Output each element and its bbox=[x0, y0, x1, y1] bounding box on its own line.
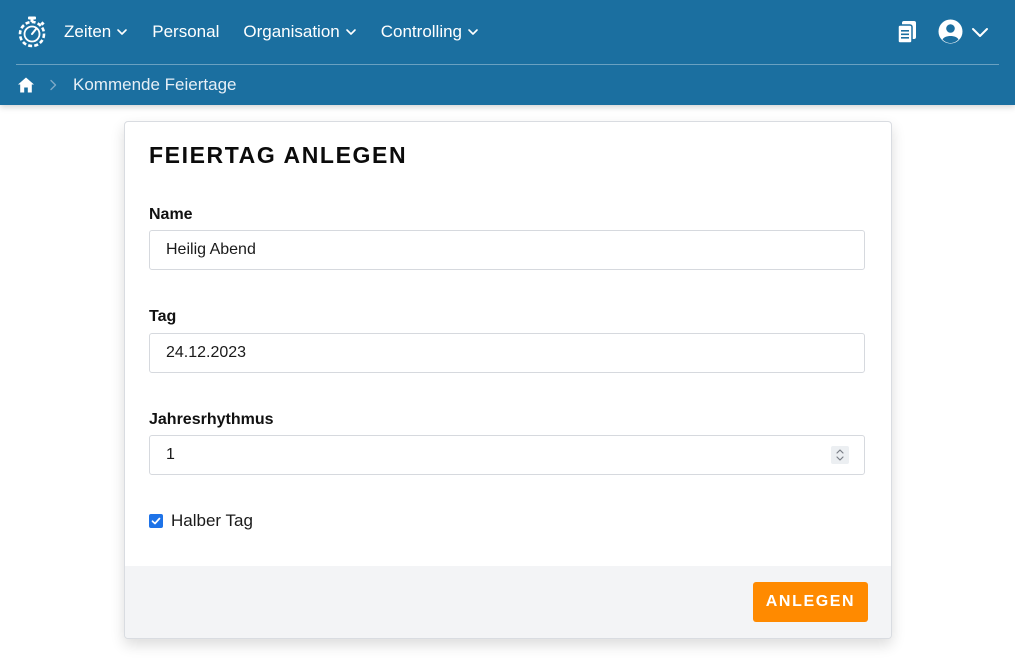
nav-item-organisation[interactable]: Organisation bbox=[243, 22, 356, 42]
user-menu-button[interactable] bbox=[938, 19, 989, 44]
anlegen-button[interactable]: ANLEGEN bbox=[753, 582, 868, 622]
top-header: Zeiten Personal Organisation Controlling bbox=[0, 0, 1015, 105]
tag-label: Tag bbox=[149, 308, 177, 325]
card-footer: ANLEGEN bbox=[125, 566, 891, 638]
main-nav: Zeiten Personal Organisation Controlling bbox=[64, 20, 479, 44]
nav-item-controlling[interactable]: Controlling bbox=[381, 22, 479, 42]
number-stepper-icon[interactable] bbox=[831, 446, 849, 464]
nav-item-label: Zeiten bbox=[64, 22, 112, 41]
rhythmus-number-input[interactable] bbox=[149, 435, 865, 475]
rhythmus-label: Jahresrhythmus bbox=[149, 411, 274, 428]
name-label: Name bbox=[149, 206, 193, 223]
chevron-right-icon bbox=[50, 79, 57, 91]
date-input[interactable] bbox=[149, 333, 865, 373]
holiday-form-card: FEIERTAG ANLEGEN Name Tag Jahresrhythmus… bbox=[124, 121, 892, 639]
nav-item-personal[interactable]: Personal bbox=[152, 22, 219, 42]
check-icon bbox=[151, 517, 161, 525]
page-title: FEIERTAG ANLEGEN bbox=[149, 142, 408, 168]
user-circle-icon bbox=[938, 19, 963, 44]
stopwatch-logo-icon[interactable] bbox=[17, 16, 47, 48]
clipboard-list-icon[interactable] bbox=[897, 20, 917, 44]
header-divider bbox=[16, 64, 999, 65]
chevron-down-icon bbox=[468, 29, 478, 35]
nav-item-label: Personal bbox=[152, 22, 220, 41]
halber-tag-label[interactable]: Halber Tag bbox=[171, 511, 253, 531]
chevron-down-icon bbox=[972, 27, 988, 37]
name-input[interactable] bbox=[149, 230, 865, 270]
nav-item-zeiten[interactable]: Zeiten bbox=[64, 22, 128, 42]
nav-item-label: Organisation bbox=[243, 22, 340, 41]
nav-item-label: Controlling bbox=[380, 22, 463, 41]
chevron-down-icon bbox=[345, 29, 356, 35]
breadcrumb: Kommende Feiertage bbox=[17, 75, 236, 95]
breadcrumb-current[interactable]: Kommende Feiertage bbox=[73, 75, 236, 95]
halber-tag-checkbox[interactable] bbox=[149, 514, 163, 528]
header-actions bbox=[897, 19, 989, 44]
home-icon[interactable] bbox=[17, 76, 35, 94]
halber-tag-row: Halber Tag bbox=[149, 511, 253, 531]
chevron-down-icon bbox=[117, 29, 128, 35]
